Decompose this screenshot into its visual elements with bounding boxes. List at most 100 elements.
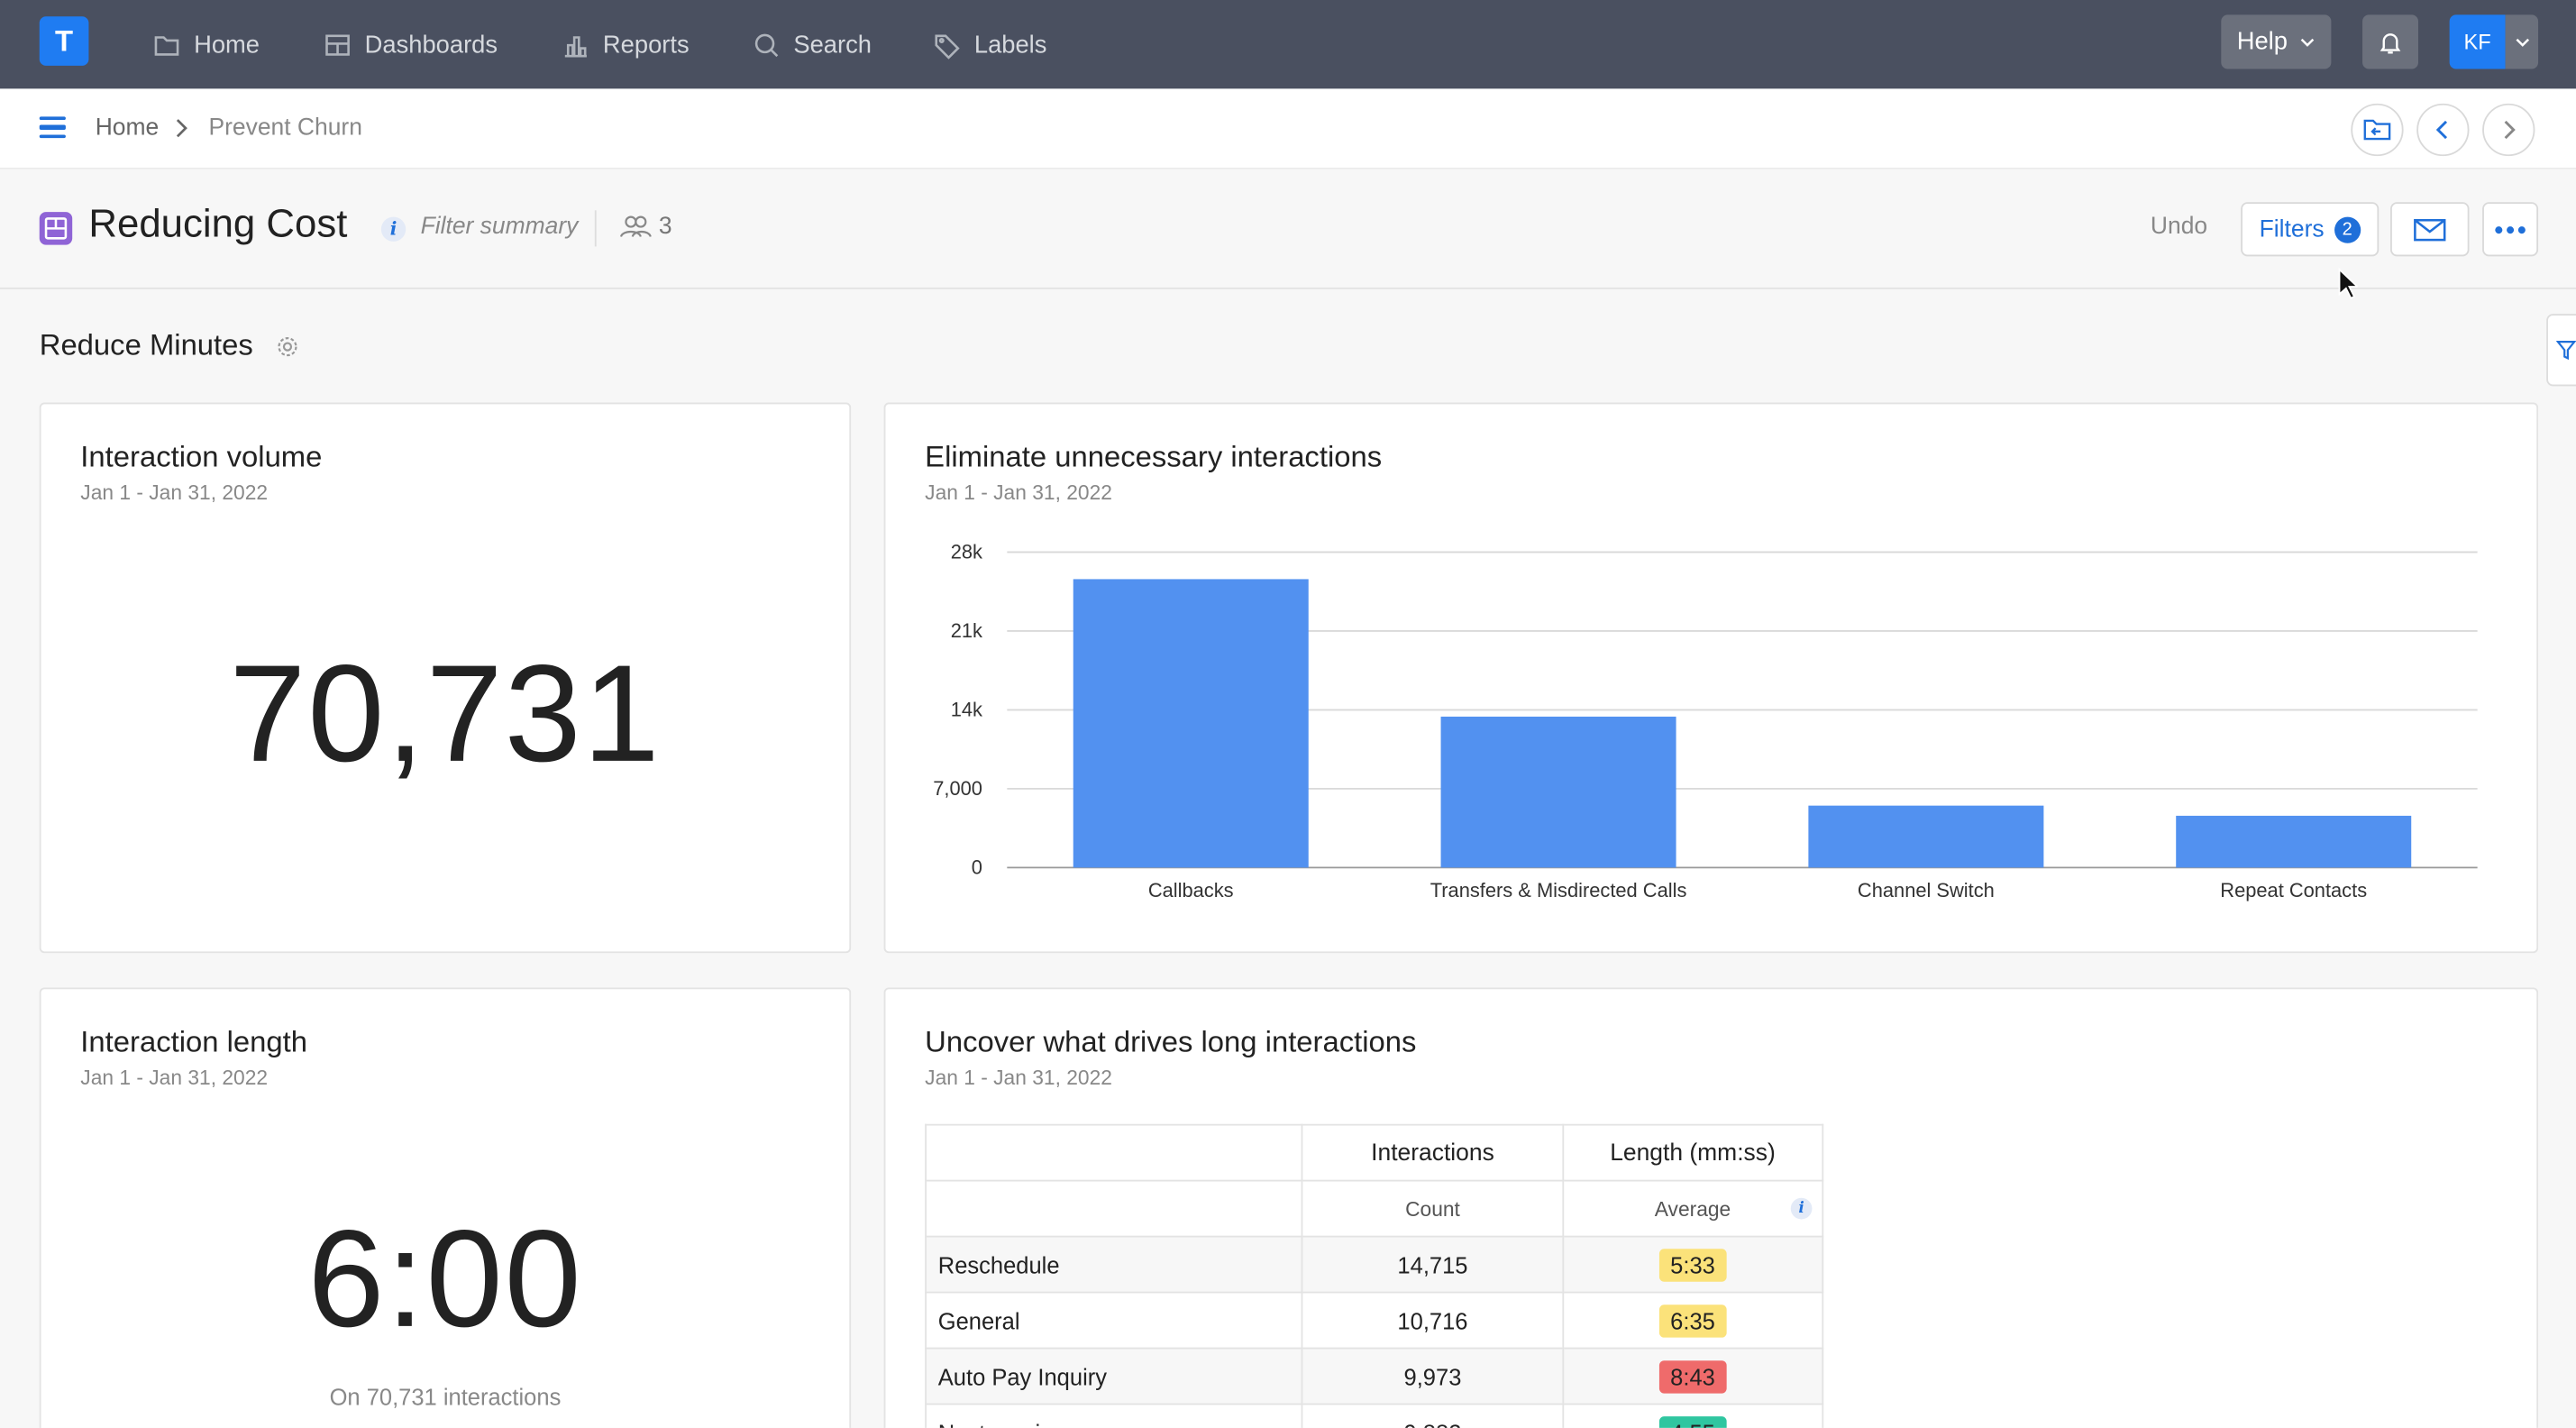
folder-icon <box>154 35 179 55</box>
filters-button[interactable]: Filters 2 <box>2241 202 2380 257</box>
table-header-length[interactable]: Length (mm:ss) <box>1561 1123 1824 1182</box>
bar[interactable] <box>1440 716 1676 868</box>
average-pill: 8:43 <box>1658 1359 1727 1393</box>
email-button[interactable] <box>2390 202 2470 257</box>
average-pill: 5:33 <box>1658 1248 1727 1281</box>
bar[interactable] <box>1073 579 1309 868</box>
unnecessary-interactions-card: Eliminate unnecessary interactions Jan 1… <box>883 402 2539 954</box>
breadcrumb-home[interactable]: Home <box>96 115 160 142</box>
nav-search[interactable]: Search <box>753 0 872 88</box>
nav-search-label: Search <box>793 30 872 59</box>
back-button[interactable] <box>2416 103 2470 157</box>
breadcrumb: Home Prevent Churn <box>0 88 2576 169</box>
menu-icon[interactable] <box>39 116 66 140</box>
row-count: 9,973 <box>1302 1347 1564 1405</box>
nav-reports[interactable]: Reports <box>562 0 690 88</box>
y-tick-label: 0 <box>972 856 982 879</box>
interaction-length-card: Interaction length Jan 1 - Jan 31, 2022 … <box>39 987 852 1428</box>
bar-chart: 0 7,000 14k 21k 28k Callbacks Transfers & Misd… <box>933 541 2478 902</box>
user-avatar[interactable]: KF <box>2449 14 2506 69</box>
nav-home[interactable]: Home <box>153 0 260 88</box>
info-icon[interactable]: i <box>380 216 406 242</box>
nav-home-label: Home <box>194 30 260 59</box>
folder-return-button[interactable] <box>2351 103 2404 157</box>
filter-icon <box>2556 341 2576 361</box>
bell-icon <box>2380 32 2401 53</box>
card-date: Jan 1 - Jan 31, 2022 <box>80 1066 269 1090</box>
reports-icon <box>564 35 587 57</box>
x-tick-label: Channel Switch <box>1858 879 1995 902</box>
table-row[interactable]: Next service9,882 4:55 <box>925 1403 1824 1428</box>
search-icon <box>754 32 779 57</box>
info-icon[interactable]: i <box>1790 1197 1813 1220</box>
nav-labels-label: Labels <box>973 30 1047 59</box>
users-icon[interactable] <box>619 214 652 240</box>
table-subheader-average-label: Average <box>1654 1196 1731 1221</box>
y-tick-label: 21k <box>951 619 982 642</box>
undo-button[interactable]: Undo <box>2151 214 2207 240</box>
x-tick-label: Transfers & Misdirected Calls <box>1430 879 1687 902</box>
card-title: Uncover what drives long interactions <box>925 1025 1417 1058</box>
average-pill: 4:55 <box>1658 1415 1727 1428</box>
card-date: Jan 1 - Jan 31, 2022 <box>925 1066 1112 1090</box>
card-date: Jan 1 - Jan 31, 2022 <box>80 481 269 505</box>
table-row[interactable]: Auto Pay Inquiry 9,973 8:43 <box>925 1347 1824 1405</box>
table-subheader-average: Average i <box>1561 1179 1824 1238</box>
breadcrumb-current: Prevent Churn <box>208 114 362 142</box>
row-label: Reschedule <box>925 1235 1304 1294</box>
y-tick-label: 7,000 <box>933 777 982 800</box>
filter-summary-link[interactable]: Filter summary <box>421 214 579 240</box>
folder-return-icon <box>2363 119 2391 141</box>
y-tick-label: 28k <box>951 541 982 563</box>
filters-count-badge: 2 <box>2334 215 2361 243</box>
shared-users-count: 3 <box>658 213 672 241</box>
mail-icon <box>2414 218 2446 241</box>
table-row[interactable]: Reschedule 14,715 5:33 <box>925 1235 1824 1294</box>
forward-button[interactable] <box>2482 103 2535 157</box>
table-row[interactable]: General 10,716 6:35 <box>925 1291 1824 1350</box>
x-tick-label: Repeat Contacts <box>2220 879 2367 902</box>
bar[interactable] <box>2176 815 2412 868</box>
user-menu-toggle[interactable] <box>2505 14 2539 69</box>
chevron-left-icon <box>2435 120 2448 140</box>
app-logo[interactable]: T <box>39 16 89 66</box>
interaction-volume-value: 70,731 <box>229 636 662 791</box>
bar[interactable] <box>1808 805 2044 868</box>
dashboard-header: Reducing Cost i Filter summary 3 Undo Fi… <box>0 169 2576 289</box>
top-nav: T Home Dashboards Reports Search Labels … <box>0 0 2576 89</box>
notifications-button[interactable] <box>2362 14 2419 69</box>
y-tick-label: 14k <box>951 699 982 721</box>
nav-labels[interactable]: Labels <box>933 0 1046 88</box>
dashboards-icon <box>325 33 350 55</box>
chevron-right-icon <box>176 119 187 138</box>
row-average: 4:55 <box>1561 1403 1824 1428</box>
drivers-table: Interactions Length (mm:ss) Count Averag… <box>925 1123 1824 1428</box>
page-title: Reducing Cost <box>88 202 348 247</box>
row-average: 8:43 <box>1561 1347 1824 1405</box>
row-count: 14,715 <box>1302 1235 1564 1294</box>
chevron-down-icon <box>2515 37 2529 47</box>
row-label: Auto Pay Inquiry <box>925 1347 1304 1405</box>
tag-icon <box>935 33 960 59</box>
more-options-button[interactable] <box>2482 202 2539 257</box>
section-title: Reduce Minutes <box>39 328 253 362</box>
row-count: 10,716 <box>1302 1291 1564 1350</box>
row-label: Next service <box>925 1403 1304 1428</box>
help-label: Help <box>2236 27 2288 56</box>
table-subheader-empty <box>925 1179 1304 1238</box>
table-header-empty <box>925 1123 1304 1182</box>
chevron-down-icon <box>2301 37 2316 47</box>
card-title: Interaction volume <box>80 440 323 473</box>
help-button[interactable]: Help <box>2221 14 2332 69</box>
mouse-cursor-icon <box>2338 268 2358 300</box>
row-average: 6:35 <box>1561 1291 1824 1350</box>
nav-dashboards[interactable]: Dashboards <box>324 0 498 88</box>
row-count: 9,882 <box>1302 1403 1564 1428</box>
side-filter-tab[interactable] <box>2546 314 2576 387</box>
divider <box>594 210 597 247</box>
table-subheader-count: Count <box>1302 1179 1564 1238</box>
table-header-interactions[interactable]: Interactions <box>1302 1123 1564 1182</box>
interaction-length-note: On 70,731 interactions <box>329 1383 562 1410</box>
gear-icon[interactable] <box>276 335 299 359</box>
interaction-length-value: 6:00 <box>307 1201 583 1356</box>
